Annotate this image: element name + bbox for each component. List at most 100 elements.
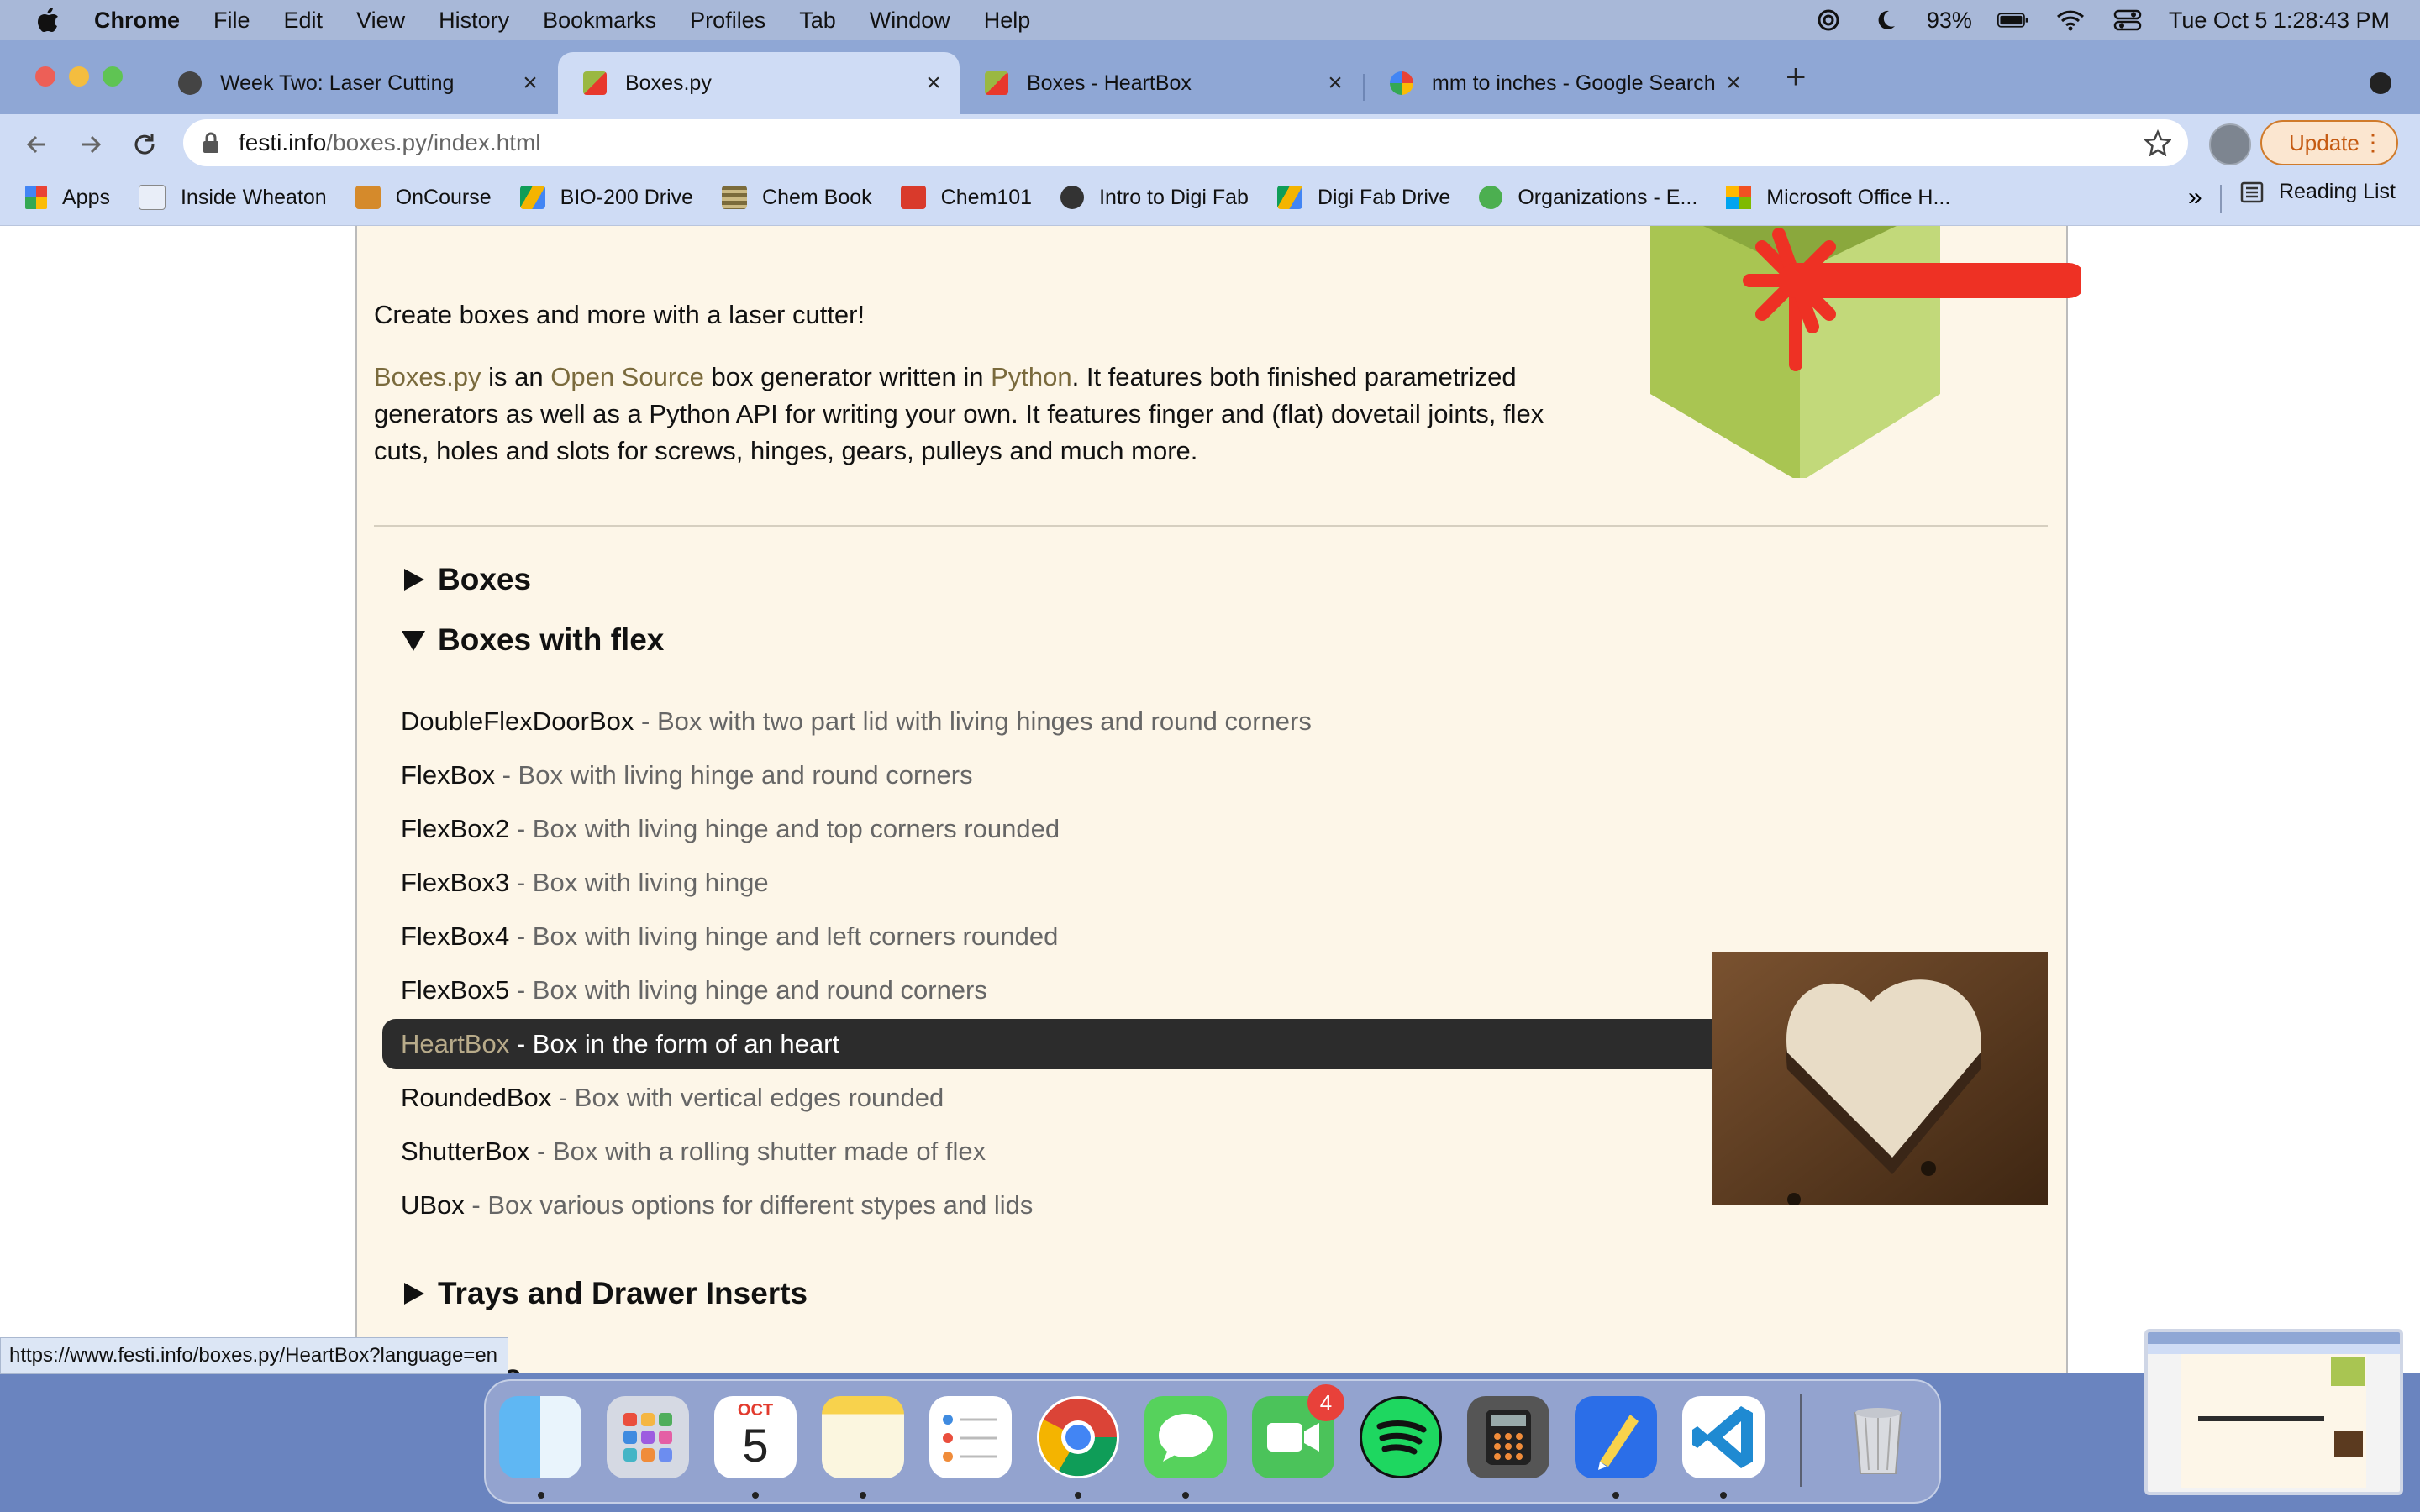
more-vertical-icon[interactable]: ⋮	[2361, 129, 2385, 156]
menu-profiles[interactable]: Profiles	[690, 8, 765, 34]
boxes-favicon-icon	[583, 71, 607, 95]
menu-window[interactable]: Window	[870, 8, 950, 34]
section-trays[interactable]: Trays and Drawer Inserts	[401, 1276, 808, 1311]
reload-icon[interactable]	[128, 128, 161, 161]
bookmark-digi-fab-drive[interactable]: Digi Fab Drive	[1276, 186, 1450, 210]
tab-boxes-py[interactable]: Boxes.py ×	[558, 52, 960, 114]
tab-google-search[interactable]: mm to inches - Google Search ×	[1365, 52, 1760, 114]
vscode-icon[interactable]	[1682, 1396, 1765, 1478]
trash-icon[interactable]	[1837, 1396, 1919, 1478]
close-icon[interactable]: ×	[1721, 69, 1746, 97]
menu-clock[interactable]: Tue Oct 5 1:28:43 PM	[2169, 8, 2390, 34]
chevron-more-icon[interactable]: »	[2188, 183, 2202, 212]
wifi-icon[interactable]	[2054, 8, 2086, 33]
zoom-window-button[interactable]	[103, 66, 123, 87]
close-icon[interactable]: ×	[921, 69, 946, 97]
item-description: - Box with living hinge	[509, 868, 769, 897]
item-description: - Box various options for different styp…	[464, 1190, 1034, 1220]
intro-text: is an	[481, 362, 551, 391]
finder-icon[interactable]	[499, 1396, 581, 1478]
screenshot-thumbnail[interactable]	[2144, 1329, 2403, 1495]
tab-strip: Week Two: Laser Cutting × Boxes.py × Box…	[0, 40, 2420, 114]
bookmark-organizations[interactable]: Organizations - E...	[1479, 186, 1697, 210]
moon-icon[interactable]	[1870, 8, 1902, 33]
minimize-window-button[interactable]	[69, 66, 89, 87]
list-item-hovered[interactable]: HeartBox - Box in the form of an heart	[382, 1019, 1718, 1069]
update-button[interactable]: Update ⋮	[2260, 120, 2398, 165]
macos-menu-bar: Chrome File Edit View History Bookmarks …	[0, 0, 2420, 40]
reading-list-button[interactable]: Reading List	[2240, 180, 2396, 204]
bookmark-oncourse[interactable]: OnCourse	[355, 186, 492, 210]
item-name: ShutterBox	[401, 1137, 530, 1166]
book-stack-icon	[722, 186, 748, 209]
close-icon[interactable]: ×	[518, 69, 543, 97]
forward-icon[interactable]	[74, 128, 108, 161]
item-description: - Box with living hinge and left corners…	[509, 921, 1059, 951]
messages-icon[interactable]	[1144, 1396, 1227, 1478]
menu-view[interactable]: View	[356, 8, 405, 34]
bookmark-chem-book[interactable]: Chem Book	[722, 186, 872, 210]
inside-wheaton-icon	[138, 185, 166, 210]
item-description: - Box with living hinge and round corner…	[494, 760, 973, 790]
calendar-month: OCT	[737, 1401, 774, 1420]
calculator-icon[interactable]	[1467, 1396, 1549, 1478]
script-editor-icon[interactable]	[1575, 1396, 1657, 1478]
tab-week-two[interactable]: Week Two: Laser Cutting ×	[153, 52, 556, 114]
section-boxes[interactable]: Boxes	[401, 562, 531, 597]
python-link[interactable]: Python	[991, 362, 1072, 391]
menu-history[interactable]: History	[439, 8, 509, 34]
item-name: FlexBox2	[401, 814, 510, 843]
notes-icon[interactable]	[822, 1396, 904, 1478]
item-name: FlexBox5	[401, 975, 510, 1005]
menu-edit[interactable]: Edit	[284, 8, 324, 34]
list-item[interactable]: FlexBox3 - Box with living hinge	[382, 858, 2046, 908]
url-host: festi.info	[239, 129, 327, 155]
running-indicator	[538, 1492, 544, 1499]
boxes-py-link[interactable]: Boxes.py	[374, 362, 481, 391]
section-boxes-with-flex[interactable]: Boxes with flex	[401, 622, 664, 658]
menu-file[interactable]: File	[213, 8, 250, 34]
open-source-link[interactable]: Open Source	[550, 362, 704, 391]
tab-title: Boxes - HeartBox	[1027, 71, 1192, 95]
list-item[interactable]: DoubleFlexDoorBox - Box with two part li…	[382, 696, 2046, 747]
tab-heartbox[interactable]: Boxes - HeartBox ×	[960, 52, 1361, 114]
apple-menu-icon[interactable]	[35, 6, 60, 34]
address-bar[interactable]: festi.info/boxes.py/index.html	[183, 119, 2188, 166]
spotify-icon[interactable]	[1360, 1396, 1442, 1478]
lock-icon[interactable]	[202, 131, 220, 155]
creative-cloud-icon[interactable]	[1812, 8, 1844, 33]
tab-title: Boxes.py	[625, 71, 712, 95]
menu-bookmarks[interactable]: Bookmarks	[543, 8, 656, 34]
new-tab-button[interactable]: +	[1786, 59, 1807, 94]
bookmark-intro-digi-fab[interactable]: Intro to Digi Fab	[1060, 186, 1249, 210]
bookmark-bio-200-drive[interactable]: BIO-200 Drive	[519, 185, 694, 210]
control-center-icon[interactable]	[2112, 8, 2144, 33]
bookmark-star-icon[interactable]	[2144, 129, 2171, 156]
profile-avatar[interactable]	[2209, 123, 2251, 165]
close-icon[interactable]: ×	[1323, 69, 1348, 97]
menu-app-name[interactable]: Chrome	[94, 8, 180, 34]
menu-tab[interactable]: Tab	[799, 8, 836, 34]
calendar-icon[interactable]: OCT 5	[714, 1396, 797, 1478]
battery-icon[interactable]	[1996, 8, 2029, 33]
close-window-button[interactable]	[35, 66, 55, 87]
bookmark-inside-wheaton[interactable]: Inside Wheaton	[138, 185, 327, 210]
bookmark-label: BIO-200 Drive	[560, 185, 694, 209]
bookmark-microsoft-office[interactable]: Microsoft Office H...	[1726, 186, 1950, 210]
reading-list-label: Reading List	[2279, 180, 2396, 203]
divider	[374, 525, 2048, 527]
bookmark-apps[interactable]: Apps	[25, 186, 110, 210]
list-item[interactable]: FlexBox2 - Box with living hinge and top…	[382, 804, 2046, 854]
back-icon[interactable]	[20, 128, 54, 161]
bookmark-chem101[interactable]: Chem101	[900, 186, 1032, 210]
tab-search-icon[interactable]	[2370, 72, 2391, 94]
menu-help[interactable]: Help	[984, 8, 1031, 34]
globe-icon	[1060, 186, 1085, 209]
bookmarks-divider	[2220, 185, 2222, 213]
launchpad-icon[interactable]	[607, 1396, 689, 1478]
calendar-day: 5	[742, 1419, 769, 1472]
item-description: - Box in the form of an heart	[509, 1029, 840, 1058]
chrome-icon[interactable]	[1037, 1396, 1119, 1478]
list-item[interactable]: FlexBox - Box with living hinge and roun…	[382, 750, 2046, 801]
reminders-icon[interactable]	[929, 1396, 1012, 1478]
